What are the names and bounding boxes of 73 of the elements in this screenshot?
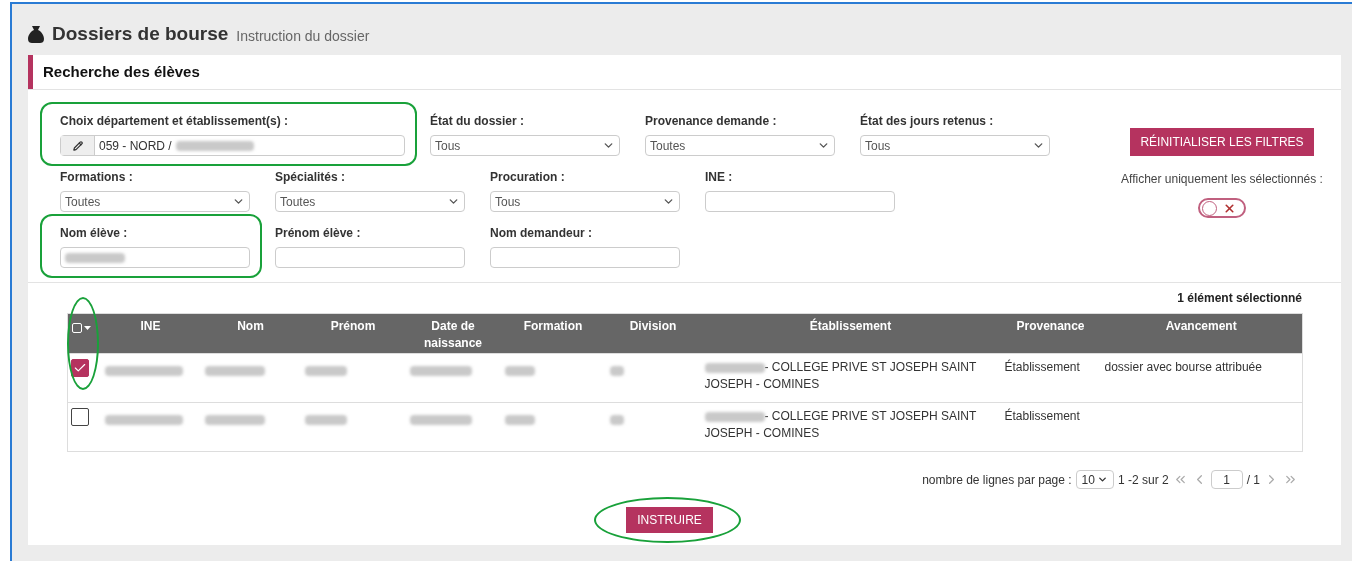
page-title: Dossiers de bourse (52, 24, 229, 43)
text-field[interactable] (275, 247, 465, 268)
table-cell: - COLLEGE PRIVE ST JOSEPH SAINT JOSEPH - COMINES (704, 409, 977, 440)
table-cell: - COLLEGE PRIVE ST JOSEPH SAINT JOSEPH - COMINES (704, 360, 977, 391)
section-title: Recherche des élèves (42, 61, 200, 82)
reset-filters-button[interactable]: RÉINITIALISER LES FILTRES (1130, 128, 1314, 156)
column-header[interactable]: Avancement (1100, 313, 1303, 354)
caret-icon (84, 326, 91, 330)
check-icon (73, 361, 87, 375)
blurred-text (304, 365, 347, 376)
field-label: Provenance demande : (645, 113, 778, 130)
toggle-knob (1202, 200, 1217, 216)
blurred-text (204, 365, 265, 376)
table-cell: Établissement (1004, 409, 1080, 423)
money-bag-icon (28, 25, 44, 43)
dropdown[interactable]: Tous (860, 135, 1050, 156)
page-size-select[interactable]: 10 (1075, 470, 1114, 489)
blurred-text (504, 414, 535, 425)
toggle-label: Afficher uniquement les sélectionnés : (1121, 171, 1323, 188)
blurred-text (704, 411, 765, 422)
establishment-picker[interactable]: 059 - NORD / (60, 135, 405, 156)
pencil-icon (72, 140, 83, 151)
text-field[interactable] (705, 191, 895, 212)
row-checkbox[interactable] (71, 408, 89, 426)
select-all-checkbox[interactable] (72, 323, 91, 333)
field-label: Choix département et établissement(s) : (60, 113, 290, 130)
field-label: État du dossier : (430, 112, 525, 130)
column-header[interactable]: Division (605, 313, 701, 354)
text-field[interactable] (60, 247, 250, 268)
table-cell: dossier avec bourse attribuée (1104, 360, 1262, 374)
picker-value: 059 - NORD / (99, 137, 172, 155)
field-label: Spécialités : (275, 169, 347, 186)
row-checkbox[interactable] (71, 359, 89, 377)
field-label: Procuration : (490, 169, 566, 186)
blurred-text (609, 414, 624, 425)
dropdown[interactable]: Tous (430, 135, 620, 156)
blurred-text (409, 365, 472, 376)
dropdown[interactable]: Toutes (60, 191, 250, 212)
selection-count: 1 élément sélectionné (1177, 290, 1302, 307)
dropdown[interactable]: Toutes (645, 135, 835, 156)
instruire-button[interactable]: INSTRUIRE (626, 507, 713, 533)
blurred-text (409, 414, 472, 425)
blurred-text (204, 414, 265, 425)
field-label: Prénom élève : (275, 225, 362, 242)
column-header[interactable]: Date de naissance (405, 313, 501, 354)
column-header[interactable]: Nom (200, 313, 301, 354)
field-label: Nom demandeur : (490, 225, 593, 242)
blurred-text (504, 365, 535, 376)
column-header[interactable]: Formation (500, 313, 606, 354)
field-label: Nom élève : (60, 225, 129, 242)
field-label: INE : (705, 169, 734, 186)
blurred-text (609, 365, 624, 376)
column-header[interactable]: INE (100, 313, 201, 354)
page-range: 1 -2 sur 2 (1117, 471, 1169, 489)
field-label: Formations : (60, 169, 134, 186)
column-header[interactable]: Provenance (1000, 313, 1101, 354)
column-header[interactable]: Établissement (700, 313, 1001, 354)
page-number-field[interactable]: 1 (1210, 470, 1243, 489)
edit-button[interactable] (61, 136, 95, 155)
page-subtitle: Instruction du dossier (236, 29, 370, 43)
text-field[interactable] (490, 247, 680, 268)
dropdown[interactable]: Toutes (275, 191, 465, 212)
dropdown[interactable]: Tous (490, 191, 680, 212)
page-total: / 1 (1246, 471, 1260, 489)
rows-per-page-label: nombre de lignes par page : (922, 471, 1072, 489)
close-icon (1223, 201, 1236, 215)
blurred-text (704, 362, 765, 373)
chevron-down-icon (1096, 474, 1108, 485)
toggle-switch[interactable] (1198, 198, 1246, 218)
column-header[interactable]: Prénom (300, 313, 406, 354)
field-label: État des jours retenus : (860, 112, 995, 130)
table-cell: Établissement (1004, 360, 1080, 374)
blurred-text (304, 414, 347, 425)
